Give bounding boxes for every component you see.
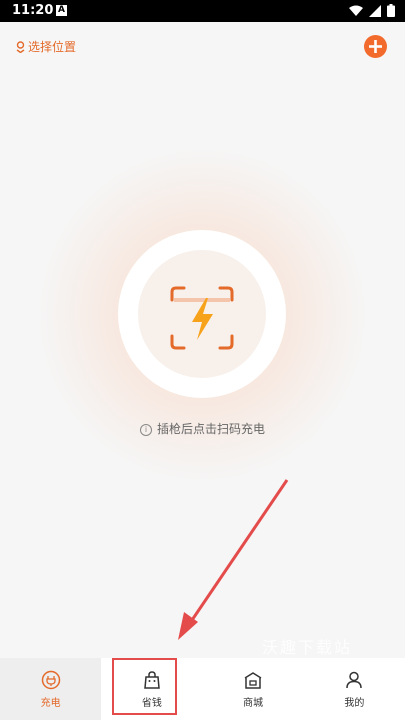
nav-item-mall[interactable]: 商城 (203, 658, 304, 720)
select-location-button[interactable]: 选择位置 (16, 38, 76, 55)
status-bar: 11:20 A (0, 0, 405, 22)
scan-hint: i 插枪后点击扫码充电 (0, 420, 405, 437)
scan-hint-text: 插枪后点击扫码充电 (156, 422, 265, 436)
plus-icon (369, 40, 382, 53)
nav-item-save-money[interactable]: 省钱 (101, 658, 202, 720)
add-button[interactable] (364, 35, 387, 58)
scan-charge-icon[interactable] (168, 284, 236, 352)
store-icon (244, 671, 262, 689)
shopping-bag-icon (144, 670, 160, 689)
bottom-nav: 充电 省钱 商城 我的 (0, 658, 405, 720)
select-location-label: 选择位置 (28, 40, 77, 54)
nav-item-mine[interactable]: 我的 (304, 658, 405, 720)
nav-item-mine-label: 我的 (344, 697, 365, 709)
cellular-signal-icon (369, 4, 381, 17)
info-icon: i (139, 424, 152, 436)
charge-plug-icon (41, 670, 60, 689)
status-time: 11:20 (12, 3, 54, 18)
watermark: 沃趣下载站 (262, 638, 353, 657)
battery-icon (387, 4, 395, 17)
nav-item-charge[interactable]: 充电 (0, 658, 102, 720)
status-indicators (349, 4, 395, 17)
nav-item-charge-label: 充电 (40, 697, 61, 709)
location-pin-icon (16, 40, 25, 53)
wifi-icon (349, 5, 363, 16)
user-icon (346, 671, 363, 688)
nav-item-mall-label: 商城 (243, 697, 264, 709)
notification-icon: A (56, 5, 67, 16)
nav-item-save-money-label: 省钱 (141, 697, 162, 709)
